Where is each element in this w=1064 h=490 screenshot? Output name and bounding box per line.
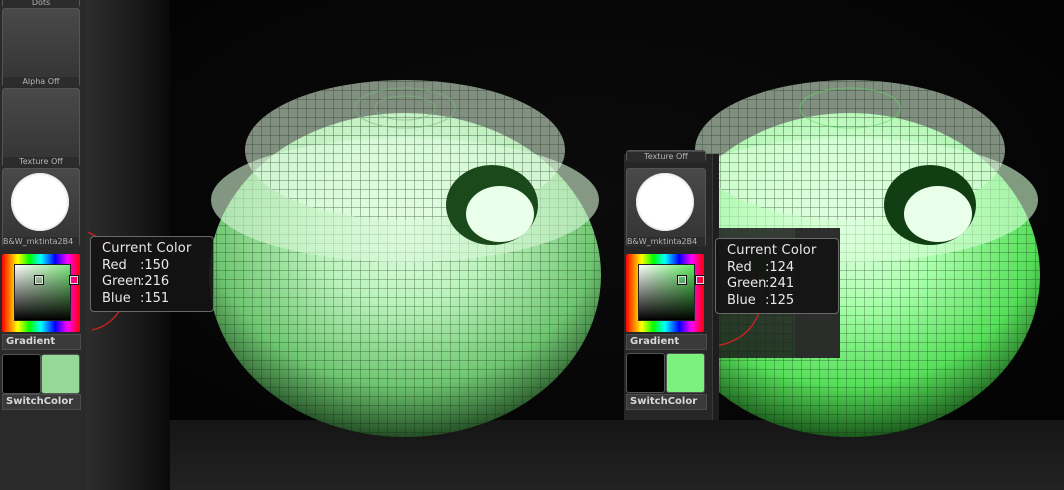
sphere-model-left[interactable] — [209, 80, 601, 437]
color-picker-handle[interactable] — [677, 275, 687, 285]
green-label: Green — [102, 274, 142, 289]
current-color-tooltip-left: Current Color Red :150 Green:216 Blue :151 — [90, 236, 214, 312]
switch-color-button[interactable]: SwitchColor — [626, 394, 707, 410]
red-value: :150 — [140, 257, 170, 273]
texture-label: Texture Off — [627, 152, 705, 162]
green-value: :241 — [765, 276, 795, 291]
green-value: :216 — [140, 274, 170, 289]
hue-handle[interactable] — [69, 275, 79, 285]
material-label: B&W_mktinta2B4 — [627, 237, 705, 247]
alpha-slot[interactable]: Alpha Off — [2, 8, 80, 87]
texture-slot[interactable]: Texture Off — [626, 150, 706, 162]
main-color-swatch[interactable] — [41, 354, 80, 394]
red-label: Red — [727, 259, 752, 275]
texture-slot[interactable]: Texture Off — [2, 88, 80, 167]
green-label: Green — [727, 276, 767, 291]
material-slot[interactable]: B&W_mktinta2B4 — [626, 168, 706, 247]
switch-color-button[interactable]: SwitchColor — [2, 394, 81, 410]
stroke-slot[interactable]: Dots — [2, 0, 80, 8]
gradient-button[interactable]: Gradient — [2, 334, 81, 350]
tooltip-title: Current Color — [102, 241, 192, 256]
material-slot[interactable]: B&W_mktinta2B4 — [2, 168, 80, 247]
stroke-label: Dots — [3, 0, 79, 8]
current-color-tooltip-right: Current Color Red :124 Green:241 Blue :125 — [715, 238, 839, 314]
color-picker-handle[interactable] — [34, 275, 44, 285]
color-picker[interactable] — [626, 254, 704, 332]
blue-label: Blue — [102, 290, 131, 306]
color-picker[interactable] — [2, 254, 80, 332]
blue-value: :125 — [765, 292, 795, 308]
blue-value: :151 — [140, 290, 170, 306]
secondary-color-swatch[interactable] — [2, 354, 41, 394]
main-color-swatch[interactable] — [666, 353, 705, 393]
red-label: Red — [102, 257, 127, 273]
material-label: B&W_mktinta2B4 — [3, 237, 79, 247]
right-tray: Texture Off B&W_mktinta2B4 Gradient Swit… — [624, 150, 712, 420]
alpha-label: Alpha Off — [3, 77, 79, 87]
saturation-square[interactable] — [638, 264, 695, 321]
left-tray: Dots Alpha Off Texture Off B&W_mktinta2B… — [0, 0, 86, 490]
hue-handle[interactable] — [695, 275, 704, 285]
material-preview-icon — [11, 173, 69, 231]
material-preview-icon — [636, 173, 694, 231]
blue-label: Blue — [727, 292, 756, 308]
red-value: :124 — [765, 259, 795, 275]
gradient-button[interactable]: Gradient — [626, 334, 707, 350]
saturation-square[interactable] — [14, 264, 71, 321]
tooltip-title: Current Color — [727, 243, 817, 258]
texture-label: Texture Off — [3, 157, 79, 167]
secondary-color-swatch[interactable] — [626, 353, 665, 393]
